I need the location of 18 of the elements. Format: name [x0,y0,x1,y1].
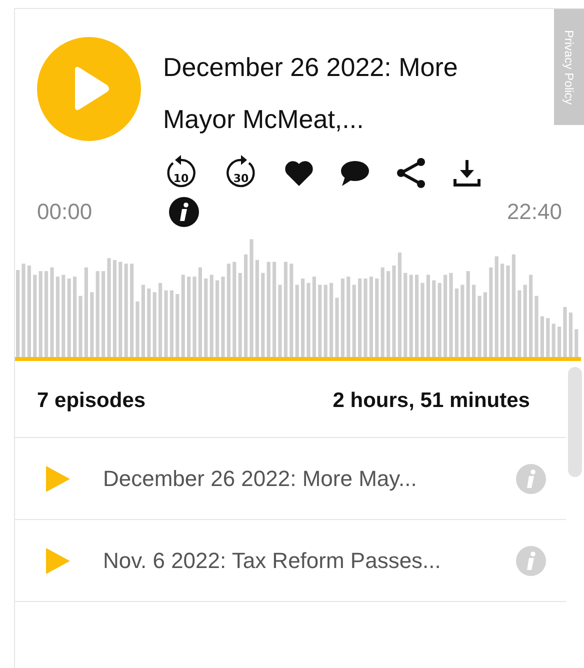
episode-title[interactable]: December 26 2022: More May... [103,466,417,492]
episode-title: December 26 2022: More Mayor McMeat,... [163,51,459,136]
skip-back-button[interactable]: 10 [163,153,199,193]
play-icon[interactable] [45,464,71,492]
like-button[interactable] [283,159,315,187]
episode-count: 7 episodes [37,389,146,413]
share-button[interactable] [395,157,427,189]
total-duration: 2 hours, 51 minutes [332,389,530,413]
play-icon[interactable] [45,546,71,574]
comment-button[interactable] [339,159,371,187]
download-button[interactable] [451,157,483,189]
current-time: 00:00 [37,199,92,225]
info-icon[interactable] [169,197,200,227]
skip-forward-button[interactable]: 30 [223,153,259,193]
scrollbar[interactable] [568,367,582,477]
play-button[interactable] [37,37,141,141]
episode-title[interactable]: Nov. 6 2022: Tax Reform Passes... [103,548,441,574]
duration: 22:40 [506,199,562,225]
